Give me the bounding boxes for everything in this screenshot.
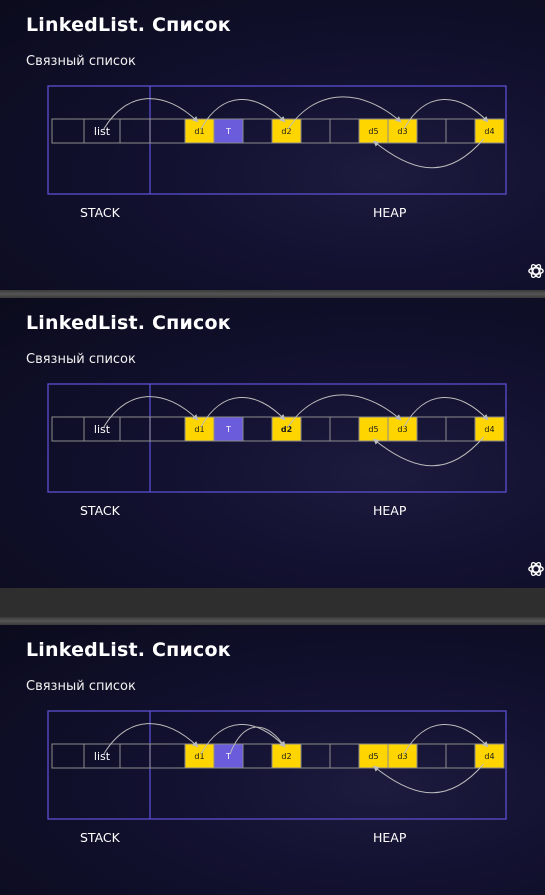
slide-1: LinkedList. Список Связный список list d1… — [0, 0, 545, 290]
cell-label: d3 — [397, 752, 407, 761]
memory-diagram: list d1 Td2 d5 d3 d4 — [47, 383, 507, 493]
stack-label: STACK — [80, 830, 120, 845]
cell-label: list — [94, 750, 111, 763]
cell-label: d3 — [397, 425, 407, 434]
memory-cell — [51, 416, 85, 442]
stack-label: STACK — [80, 205, 120, 220]
pointer-arrow — [103, 98, 199, 130]
cell-label: d4 — [484, 425, 494, 434]
cell-label: d2 — [281, 127, 291, 136]
pointer-arrow — [103, 396, 199, 428]
cell-label: T — [225, 425, 231, 434]
memory-cell — [149, 416, 186, 442]
cell-label: list — [94, 125, 111, 138]
memory-cell — [329, 416, 360, 442]
memory-cell — [416, 416, 447, 442]
memory-diagram: list d1 Td2 d5 d3 d4 — [47, 85, 507, 195]
memory-cell — [445, 416, 476, 442]
heap-label: HEAP — [373, 503, 407, 518]
memory-cell — [149, 743, 186, 769]
memory-cell — [300, 118, 331, 144]
cell-label: d1 — [194, 425, 204, 434]
openai-logo-icon — [528, 561, 544, 577]
openai-logo-icon — [528, 263, 544, 279]
cell-label: list — [94, 423, 111, 436]
memory-cell — [119, 743, 151, 769]
memory-cell — [300, 416, 331, 442]
cell-label: d2 — [281, 425, 292, 434]
memory-cell — [416, 743, 447, 769]
stack-label: STACK — [80, 503, 120, 518]
cell-label: d1 — [194, 127, 204, 136]
cell-label: d5 — [368, 127, 378, 136]
memory-cell — [119, 118, 151, 144]
memory-cell — [329, 118, 360, 144]
cell-label: d4 — [484, 127, 494, 136]
memory-cell — [329, 743, 360, 769]
memory-cell — [242, 416, 273, 442]
heap-label: HEAP — [373, 830, 407, 845]
memory-diagram: list d1 Td2 d5 d3 d4 — [47, 710, 507, 820]
slide-divider — [0, 617, 545, 625]
cell-label: d5 — [368, 752, 378, 761]
pointer-arrow — [103, 723, 199, 755]
memory-cell — [300, 743, 331, 769]
memory-cell — [119, 416, 151, 442]
cell-label: d5 — [368, 425, 378, 434]
slide-3: LinkedList. Список Связный список list d1… — [0, 625, 545, 895]
memory-cell — [242, 743, 273, 769]
memory-cell — [416, 118, 447, 144]
heap-label: HEAP — [373, 205, 407, 220]
slide-2: LinkedList. Список Связный список list d1… — [0, 298, 545, 588]
cell-label: d3 — [397, 127, 407, 136]
cell-label: d1 — [194, 752, 204, 761]
cell-label: d4 — [484, 752, 494, 761]
memory-cell — [149, 118, 186, 144]
cell-label: d2 — [281, 752, 291, 761]
memory-cell — [51, 743, 85, 769]
memory-cell — [445, 118, 476, 144]
memory-cell — [242, 118, 273, 144]
cell-label: T — [225, 127, 231, 136]
memory-cell — [445, 743, 476, 769]
slide-divider — [0, 290, 545, 298]
memory-cell — [51, 118, 85, 144]
